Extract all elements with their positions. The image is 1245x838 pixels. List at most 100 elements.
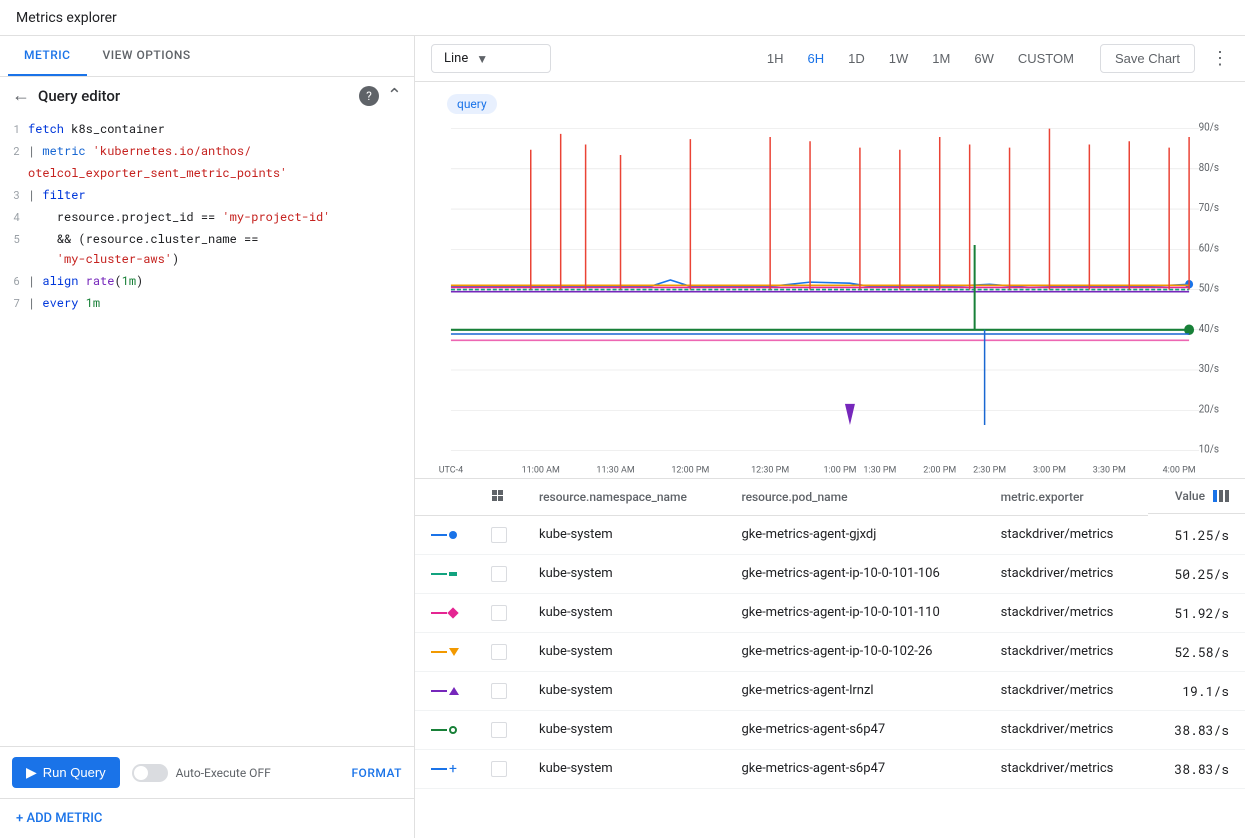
namespace-cell: kube-system (523, 632, 725, 671)
table-row: kube-system gke-metrics-agent-lrnzl stac… (415, 671, 1245, 710)
right-panel: Line ▼ 1H 6H 1D 1W 1M 6W CUSTOM Save Cha… (415, 36, 1245, 838)
svg-text:40/s: 40/s (1199, 322, 1219, 335)
time-btn-1h[interactable]: 1H (757, 45, 794, 72)
exporter-cell: stackdriver/metrics (985, 671, 1148, 710)
query-editor-section: ← Query editor ? ⌃ 1 fetch k8s_container… (0, 77, 414, 798)
pod-cell: gke-metrics-agent-lrnzl (725, 671, 984, 710)
row-checkbox[interactable] (491, 605, 507, 621)
tab-view-options[interactable]: VIEW OPTIONS (87, 36, 207, 76)
query-editor-title: Query editor (38, 87, 351, 105)
value-cell: 51.25/s (1148, 516, 1245, 555)
run-query-button[interactable]: ▶ Run Query (12, 757, 120, 788)
time-btn-1d[interactable]: 1D (838, 45, 875, 72)
value-cell: 51.92/s (1148, 593, 1245, 632)
table-row: kube-system gke-metrics-agent-ip-10-0-10… (415, 554, 1245, 593)
app-header: Metrics explorer (0, 0, 1245, 36)
table-row: + kube-system gke-metrics-agent-s6p47 st… (415, 749, 1245, 788)
th-namespace: resource.namespace_name (523, 479, 725, 516)
svg-text:30/s: 30/s (1199, 362, 1219, 375)
exporter-cell: stackdriver/metrics (985, 710, 1148, 749)
toggle-switch[interactable] (132, 764, 168, 782)
chart-type-select[interactable]: Line ▼ (431, 44, 551, 73)
svg-text:1:00 PM: 1:00 PM (823, 464, 856, 475)
pod-cell: gke-metrics-agent-ip-10-0-101-110 (725, 593, 984, 632)
auto-execute-toggle: Auto-Execute OFF (132, 764, 271, 782)
query-editor-header: ← Query editor ? ⌃ (0, 77, 414, 114)
play-icon: ▶ (26, 764, 37, 781)
svg-text:UTC-4: UTC-4 (439, 464, 463, 475)
code-editor[interactable]: 1 fetch k8s_container 2 | metric 'kubern… (0, 114, 414, 746)
table-body: kube-system gke-metrics-agent-gjxdj stac… (415, 516, 1245, 789)
more-options-icon[interactable]: ⋮ (1211, 48, 1229, 69)
row-checkbox-cell (475, 632, 523, 671)
value-column-icon[interactable] (1213, 490, 1229, 502)
row-checkbox[interactable] (491, 761, 507, 777)
collapse-icon[interactable]: ⌃ (387, 85, 402, 106)
back-arrow-icon[interactable]: ← (12, 85, 30, 106)
svg-text:50/s: 50/s (1199, 281, 1219, 294)
row-checkbox[interactable] (491, 566, 507, 582)
query-tag-container: query (415, 82, 1245, 118)
chart-type-dropdown-arrow: ▼ (476, 52, 488, 66)
exporter-cell: stackdriver/metrics (985, 749, 1148, 788)
query-tag[interactable]: query (447, 94, 497, 114)
namespace-cell: kube-system (523, 516, 725, 555)
row-checkbox-cell (475, 516, 523, 555)
svg-text:2:00 PM: 2:00 PM (923, 464, 956, 475)
exporter-cell: stackdriver/metrics (985, 516, 1148, 555)
row-checkbox[interactable] (491, 644, 507, 660)
table-row: kube-system gke-metrics-agent-s6p47 stac… (415, 710, 1245, 749)
data-table: resource.namespace_name resource.pod_nam… (415, 479, 1245, 789)
code-line-5: 5 && (resource.cluster_name == 'my-clust… (0, 228, 414, 270)
chart-toolbar: Line ▼ 1H 6H 1D 1W 1M 6W CUSTOM Save Cha… (415, 36, 1245, 82)
series-indicator (415, 710, 475, 749)
time-btn-1w[interactable]: 1W (879, 45, 919, 72)
time-btn-1m[interactable]: 1M (922, 45, 960, 72)
pod-cell: gke-metrics-agent-s6p47 (725, 749, 984, 788)
th-checkbox (475, 479, 523, 516)
run-query-label: Run Query (43, 765, 106, 780)
add-metric-bar[interactable]: + ADD METRIC (0, 798, 414, 838)
series-indicator (415, 554, 475, 593)
series-indicator (415, 671, 475, 710)
value-cell: 38.83/s (1148, 749, 1245, 788)
row-checkbox[interactable] (491, 527, 507, 543)
value-cell: 52.58/s (1148, 632, 1245, 671)
app-title: Metrics explorer (16, 10, 117, 26)
svg-text:2:30 PM: 2:30 PM (973, 464, 1006, 475)
svg-text:3:30 PM: 3:30 PM (1093, 464, 1126, 475)
time-btn-6w[interactable]: 6W (964, 45, 1004, 72)
svg-text:60/s: 60/s (1199, 241, 1219, 254)
svg-text:4:00 PM: 4:00 PM (1163, 464, 1196, 475)
th-exporter: metric.exporter (985, 479, 1148, 516)
th-value: Value (1148, 479, 1245, 514)
row-checkbox[interactable] (491, 683, 507, 699)
namespace-cell: kube-system (523, 554, 725, 593)
table-header-row: resource.namespace_name resource.pod_nam… (415, 479, 1245, 516)
code-line-2: 2 | metric 'kubernetes.io/anthos/ (0, 140, 414, 162)
code-line-2b: otelcol_exporter_sent_metric_points' (0, 162, 414, 184)
chart-svg: 90/s 80/s 70/s 60/s 50/s 40/s 30/s 20/s … (431, 118, 1229, 478)
value-cell: 19.1/s (1148, 671, 1245, 710)
format-button[interactable]: FORMAT (351, 766, 402, 780)
time-range-buttons: 1H 6H 1D 1W 1M 6W CUSTOM (757, 45, 1084, 72)
namespace-cell: kube-system (523, 710, 725, 749)
svg-text:90/s: 90/s (1199, 120, 1219, 133)
help-icon[interactable]: ? (359, 86, 379, 106)
main-layout: METRIC VIEW OPTIONS ← Query editor ? ⌃ 1… (0, 36, 1245, 838)
time-btn-6h[interactable]: 6H (798, 45, 835, 72)
time-btn-custom[interactable]: CUSTOM (1008, 45, 1084, 72)
svg-text:11:00 AM: 11:00 AM (522, 464, 560, 475)
row-checkbox[interactable] (491, 722, 507, 738)
tab-metric[interactable]: METRIC (8, 36, 87, 76)
series-indicator (415, 516, 475, 555)
th-pod: resource.pod_name (725, 479, 984, 516)
row-checkbox-cell (475, 671, 523, 710)
tab-bar: METRIC VIEW OPTIONS (0, 36, 414, 77)
namespace-grid-icon (491, 489, 507, 505)
namespace-cell: kube-system (523, 749, 725, 788)
row-checkbox-cell (475, 593, 523, 632)
pod-cell: gke-metrics-agent-ip-10-0-101-106 (725, 554, 984, 593)
svg-text:20/s: 20/s (1199, 402, 1219, 415)
save-chart-button[interactable]: Save Chart (1100, 44, 1195, 73)
